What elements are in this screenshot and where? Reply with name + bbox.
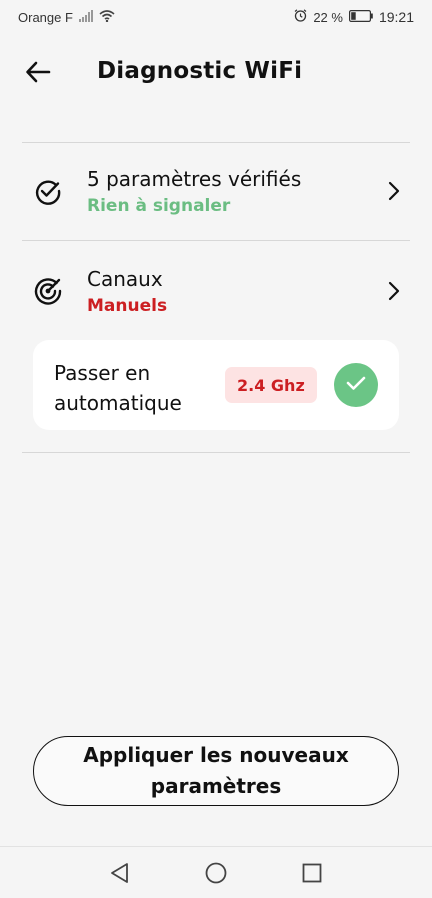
divider [22,452,410,453]
row-verified-parameters[interactable]: 5 paramètres vérifiés Rien à signaler [22,143,410,240]
row-subtitle: Rien à signaler [87,196,231,216]
status-right: 22 % 19:21 [294,9,414,25]
row-title: 5 paramètres vérifiés [87,167,302,191]
back-triangle-icon[interactable] [108,861,132,885]
battery-percent: 22 % [313,9,343,25]
check-circle-icon [34,177,62,205]
card-label: Passer en automatique [54,361,182,415]
page-title: Diagnostic WiFi [97,58,303,84]
apply-parameters-button[interactable]: Appliquer les nouveaux paramètres [33,736,399,806]
checkmark-icon [346,375,366,396]
frequency-badge: 2.4 Ghz [225,367,317,403]
back-button[interactable] [22,58,54,90]
alarm-icon [294,9,307,25]
arrow-left-icon [25,61,51,88]
clock: 19:21 [378,9,414,25]
chevron-right-icon [386,181,402,201]
carrier-label: Orange F [18,9,73,25]
row-subtitle: Manuels [87,296,168,316]
status-left: Orange F [18,9,115,25]
recents-square-icon[interactable] [300,861,324,885]
confirm-auto-button[interactable] [334,363,378,407]
battery-icon [348,9,373,25]
system-nav-bar [0,846,432,898]
row-title: Canaux [87,267,163,291]
app-header: Diagnostic WiFi [0,46,432,102]
auto-channel-card: Passer en automatique 2.4 Ghz [33,340,399,430]
wifi-icon [99,9,115,25]
signal-icon [78,9,93,25]
radar-icon [34,277,62,305]
status-bar: Orange F 22 % 19:21 [0,0,432,34]
chevron-right-icon [386,281,402,301]
row-channels[interactable]: Canaux Manuels [22,241,410,333]
home-circle-icon[interactable] [204,861,228,885]
